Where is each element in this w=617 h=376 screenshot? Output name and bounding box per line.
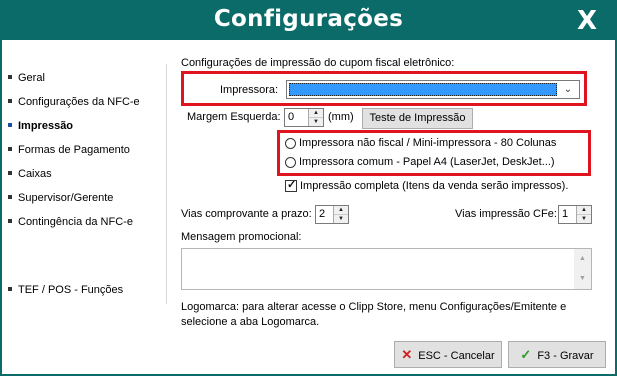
scroll-down-icon[interactable]: ▼ — [574, 269, 591, 289]
bullet-icon — [8, 287, 12, 292]
bullet-icon — [8, 195, 12, 200]
sidebar-item-supervisor[interactable]: Supervisor/Gerente — [8, 192, 113, 204]
bullet-icon — [8, 75, 12, 80]
radio-nonfiscal-label[interactable]: Impressora não fiscal / Mini-impressora … — [299, 137, 556, 149]
spin-down-icon[interactable]: ▼ — [309, 118, 323, 126]
window-title: Configurações — [213, 6, 404, 32]
vias-prazo-label: Vias comprovante a prazo: — [181, 208, 312, 220]
printer-select-value — [289, 83, 557, 96]
vias-cfe-value[interactable]: 1 — [562, 208, 568, 220]
bullet-icon — [8, 99, 12, 104]
full-print-checkbox[interactable]: ✓ — [285, 179, 297, 192]
full-print-label[interactable]: Impressão completa (Itens da venda serão… — [300, 180, 568, 192]
radio-common-a4-label[interactable]: Impressora comum - Papel A4 (LaserJet, D… — [299, 156, 555, 168]
scroll-up-icon[interactable]: ▲ — [574, 249, 591, 269]
sidebar-item-label: TEF / POS - Funções — [18, 284, 124, 296]
test-print-button[interactable]: Teste de Impressão — [362, 108, 473, 129]
vias-cfe-stepper[interactable]: 1 ▲ ▼ — [558, 205, 592, 224]
promo-label: Mensagem promocional: — [181, 231, 302, 243]
margin-label: Margem Esquerda: — [187, 111, 281, 123]
spin-up-icon[interactable]: ▲ — [309, 109, 323, 118]
bullet-icon — [8, 147, 12, 152]
sidebar-item-label: Configurações da NFC-e — [18, 96, 140, 108]
sidebar-item-label: Formas de Pagamento — [18, 144, 130, 156]
vias-cfe-label: Vias impressão CFe: — [455, 208, 557, 220]
margin-value[interactable]: 0 — [288, 111, 294, 123]
close-icon[interactable]: X — [565, 2, 609, 40]
checkmark-icon: ✓ — [287, 179, 297, 191]
sidebar-item-contingencia[interactable]: Contingência da NFC-e — [8, 216, 133, 228]
chevron-down-icon[interactable]: ⌄ — [561, 82, 575, 97]
x-icon: ✕ — [401, 347, 413, 362]
margin-unit: (mm) — [328, 111, 354, 123]
save-button-label: F3 - Gravar — [537, 350, 594, 362]
cancel-button[interactable]: ✕ ESC - Cancelar — [394, 341, 502, 368]
promo-textarea[interactable]: ▲ ▼ — [181, 248, 592, 290]
vias-prazo-stepper[interactable]: 2 ▲ ▼ — [315, 205, 349, 224]
printer-select[interactable]: ⌄ — [286, 80, 580, 99]
bullet-icon — [8, 123, 12, 128]
sidebar-item-tef-pos[interactable]: TEF / POS - Funções — [8, 284, 123, 296]
radio-common-a4[interactable] — [285, 157, 296, 168]
sidebar-item-label: Caixas — [18, 168, 52, 180]
promo-scrollbar[interactable]: ▲ ▼ — [574, 249, 591, 289]
spin-up-icon[interactable]: ▲ — [334, 206, 348, 215]
sidebar-item-geral[interactable]: Geral — [8, 72, 45, 84]
section-title: Configurações de impressão do cupom fisc… — [181, 57, 455, 69]
bullet-icon — [8, 171, 12, 176]
spin-down-icon[interactable]: ▼ — [334, 215, 348, 223]
spin-up-icon[interactable]: ▲ — [577, 206, 591, 215]
radio-nonfiscal[interactable] — [285, 138, 296, 149]
spin-down-icon[interactable]: ▼ — [577, 215, 591, 223]
logo-note-line1: Logomarca: para alterar acesse o Clipp S… — [181, 301, 567, 313]
sidebar-item-label: Impressão — [18, 120, 74, 132]
sidebar-item-label: Supervisor/Gerente — [18, 192, 114, 204]
vias-prazo-value[interactable]: 2 — [319, 208, 325, 220]
logo-note-line2: selecione a aba Logomarca. — [181, 316, 320, 328]
sidebar-divider — [166, 64, 167, 304]
save-button[interactable]: ✓ F3 - Gravar — [508, 341, 606, 368]
bullet-icon — [8, 219, 12, 224]
sidebar-item-caixas[interactable]: Caixas — [8, 168, 52, 180]
sidebar-item-formas-pagamento[interactable]: Formas de Pagamento — [8, 144, 130, 156]
cancel-button-label: ESC - Cancelar — [418, 350, 495, 362]
sidebar-item-nfce-config[interactable]: Configurações da NFC-e — [8, 96, 140, 108]
printer-label: Impressora: — [220, 84, 279, 96]
margin-stepper[interactable]: 0 ▲ ▼ — [284, 108, 324, 127]
checkmark-icon: ✓ — [520, 347, 532, 362]
title-bar: Configurações X — [2, 2, 615, 40]
sidebar-item-label: Contingência da NFC-e — [18, 216, 133, 228]
sidebar-item-impressao[interactable]: Impressão — [8, 120, 73, 132]
sidebar-item-label: Geral — [18, 72, 45, 84]
